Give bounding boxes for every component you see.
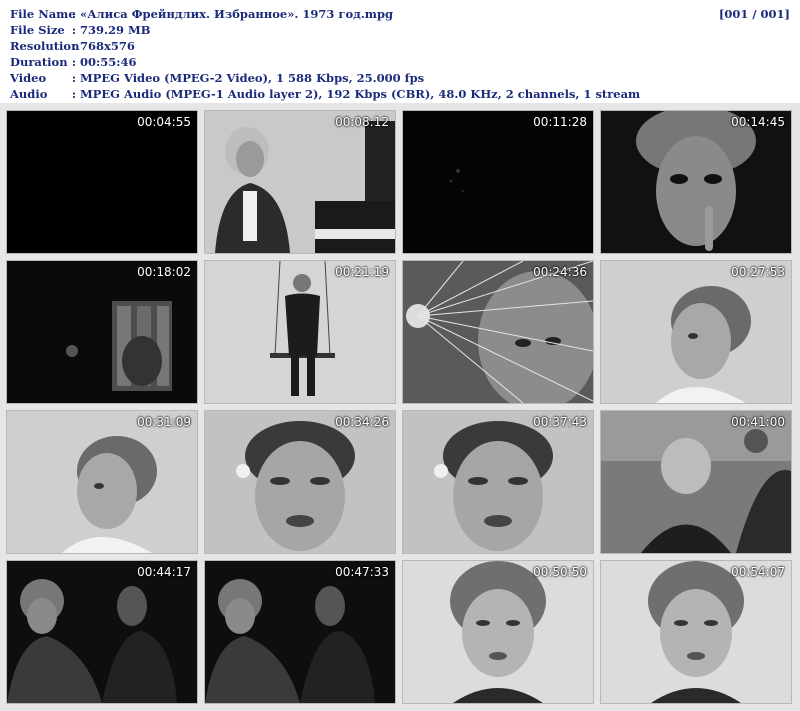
info-row-file-name: File Name: «Алиса Фрейндлих. Избранное». … (10, 6, 393, 22)
video-thumbnail[interactable]: 00:50:50 (402, 560, 594, 704)
video-thumbnail[interactable]: 00:47:33 (204, 560, 396, 704)
thumbnail-frame-image (7, 111, 197, 253)
info-colon: : (71, 7, 77, 21)
video-thumbnail[interactable]: 00:08:12 (204, 110, 396, 254)
video-thumbnail[interactable]: 00:11:28 (402, 110, 594, 254)
info-row-audio: Audio: MPEG Audio (MPEG-1 Audio layer 2),… (10, 86, 640, 102)
video-thumbnail[interactable]: 00:34:26 (204, 410, 396, 554)
info-label: File Size (10, 23, 65, 37)
info-value: 739.29 MB (80, 23, 151, 37)
thumbnail-frame-image (7, 561, 197, 703)
thumbnail-timestamp: 00:50:50 (533, 565, 587, 579)
info-row-duration: Duration:00:55:46 (10, 54, 137, 70)
info-value: MPEG Video (MPEG-2 Video), 1 588 Kbps, 2… (80, 71, 425, 85)
thumbnail-timestamp: 00:44:17 (137, 565, 191, 579)
thumbnail-frame-image (205, 111, 395, 253)
thumbnail-timestamp: 00:14:45 (731, 115, 785, 129)
thumbnail-timestamp: 00:31:09 (137, 415, 191, 429)
info-label: Video (10, 71, 47, 85)
video-thumbnail[interactable]: 00:18:02 (6, 260, 198, 404)
thumbnail-frame-image (601, 561, 791, 703)
info-colon: : (71, 87, 77, 101)
info-value: «Алиса Фрейндлих. Избранное». 1973 год.m… (80, 7, 394, 21)
info-colon: : (71, 71, 77, 85)
video-thumbnail[interactable]: 00:37:43 (402, 410, 594, 554)
info-value: MPEG Audio (MPEG-1 Audio layer 2), 192 K… (80, 87, 641, 101)
video-thumbnail[interactable]: 00:04:55 (6, 110, 198, 254)
info-label: Resolution (10, 39, 80, 53)
file-info-header: File Name: «Алиса Фрейндлих. Избранное». … (0, 0, 800, 102)
thumbnail-frame-image (601, 111, 791, 253)
thumbnail-grid: 00:04:55 00:08:12 00:11:28 00:14:45 00:18:02… (0, 103, 800, 711)
thumbnail-timestamp: 00:37:43 (533, 415, 587, 429)
thumbnail-frame-image (601, 261, 791, 403)
thumbnail-timestamp: 00:47:33 (335, 565, 389, 579)
video-thumbnail[interactable]: 00:27:53 (600, 260, 792, 404)
video-thumbnail[interactable]: 00:31:09 (6, 410, 198, 554)
thumbnail-timestamp: 00:41:00 (731, 415, 785, 429)
thumbnail-frame-image (205, 261, 395, 403)
thumbnail-frame-image (7, 261, 197, 403)
thumbnail-timestamp: 00:21:19 (335, 265, 389, 279)
thumbnail-timestamp: 00:11:28 (533, 115, 587, 129)
info-colon: : (71, 39, 77, 53)
thumbnail-timestamp: 00:54:07 (731, 565, 785, 579)
info-label: File Name (10, 7, 76, 21)
thumbnail-frame-image (403, 261, 593, 403)
page-counter: [001 / 001] (718, 7, 790, 21)
video-thumbnail[interactable]: 00:21:19 (204, 260, 396, 404)
video-thumbnail[interactable]: 00:44:17 (6, 560, 198, 704)
thumbnail-timestamp: 00:08:12 (335, 115, 389, 129)
video-thumbnail[interactable]: 00:41:00 (600, 410, 792, 554)
thumbnail-frame-image (601, 411, 791, 553)
video-thumbnail[interactable]: 00:24:36 (402, 260, 594, 404)
thumbnail-frame-image (403, 111, 593, 253)
info-label: Duration (10, 55, 68, 69)
thumbnail-frame-image (205, 411, 395, 553)
info-value: 00:55:46 (80, 55, 137, 69)
thumbnail-timestamp: 00:27:53 (731, 265, 785, 279)
info-colon: : (71, 55, 77, 69)
video-thumbnail[interactable]: 00:14:45 (600, 110, 792, 254)
thumbnail-timestamp: 00:24:36 (533, 265, 587, 279)
thumbnail-frame-image (205, 561, 395, 703)
thumbnail-timestamp: 00:04:55 (137, 115, 191, 129)
info-row-file-size: File Size:739.29 MB (10, 22, 150, 38)
info-label: Audio (10, 87, 48, 101)
thumbnail-timestamp: 00:34:26 (335, 415, 389, 429)
video-thumbnail[interactable]: 00:54:07 (600, 560, 792, 704)
info-row-resolution: Resolution: 768x576 (10, 38, 135, 54)
thumbnail-timestamp: 00:18:02 (137, 265, 191, 279)
thumbnail-frame-image (7, 411, 197, 553)
thumbnail-frame-image (403, 411, 593, 553)
thumbnail-frame-image (403, 561, 593, 703)
info-row-video: Video: MPEG Video (MPEG-2 Video), 1 588 K… (10, 70, 424, 86)
info-colon: : (71, 23, 77, 37)
info-value: 768x576 (80, 39, 135, 53)
